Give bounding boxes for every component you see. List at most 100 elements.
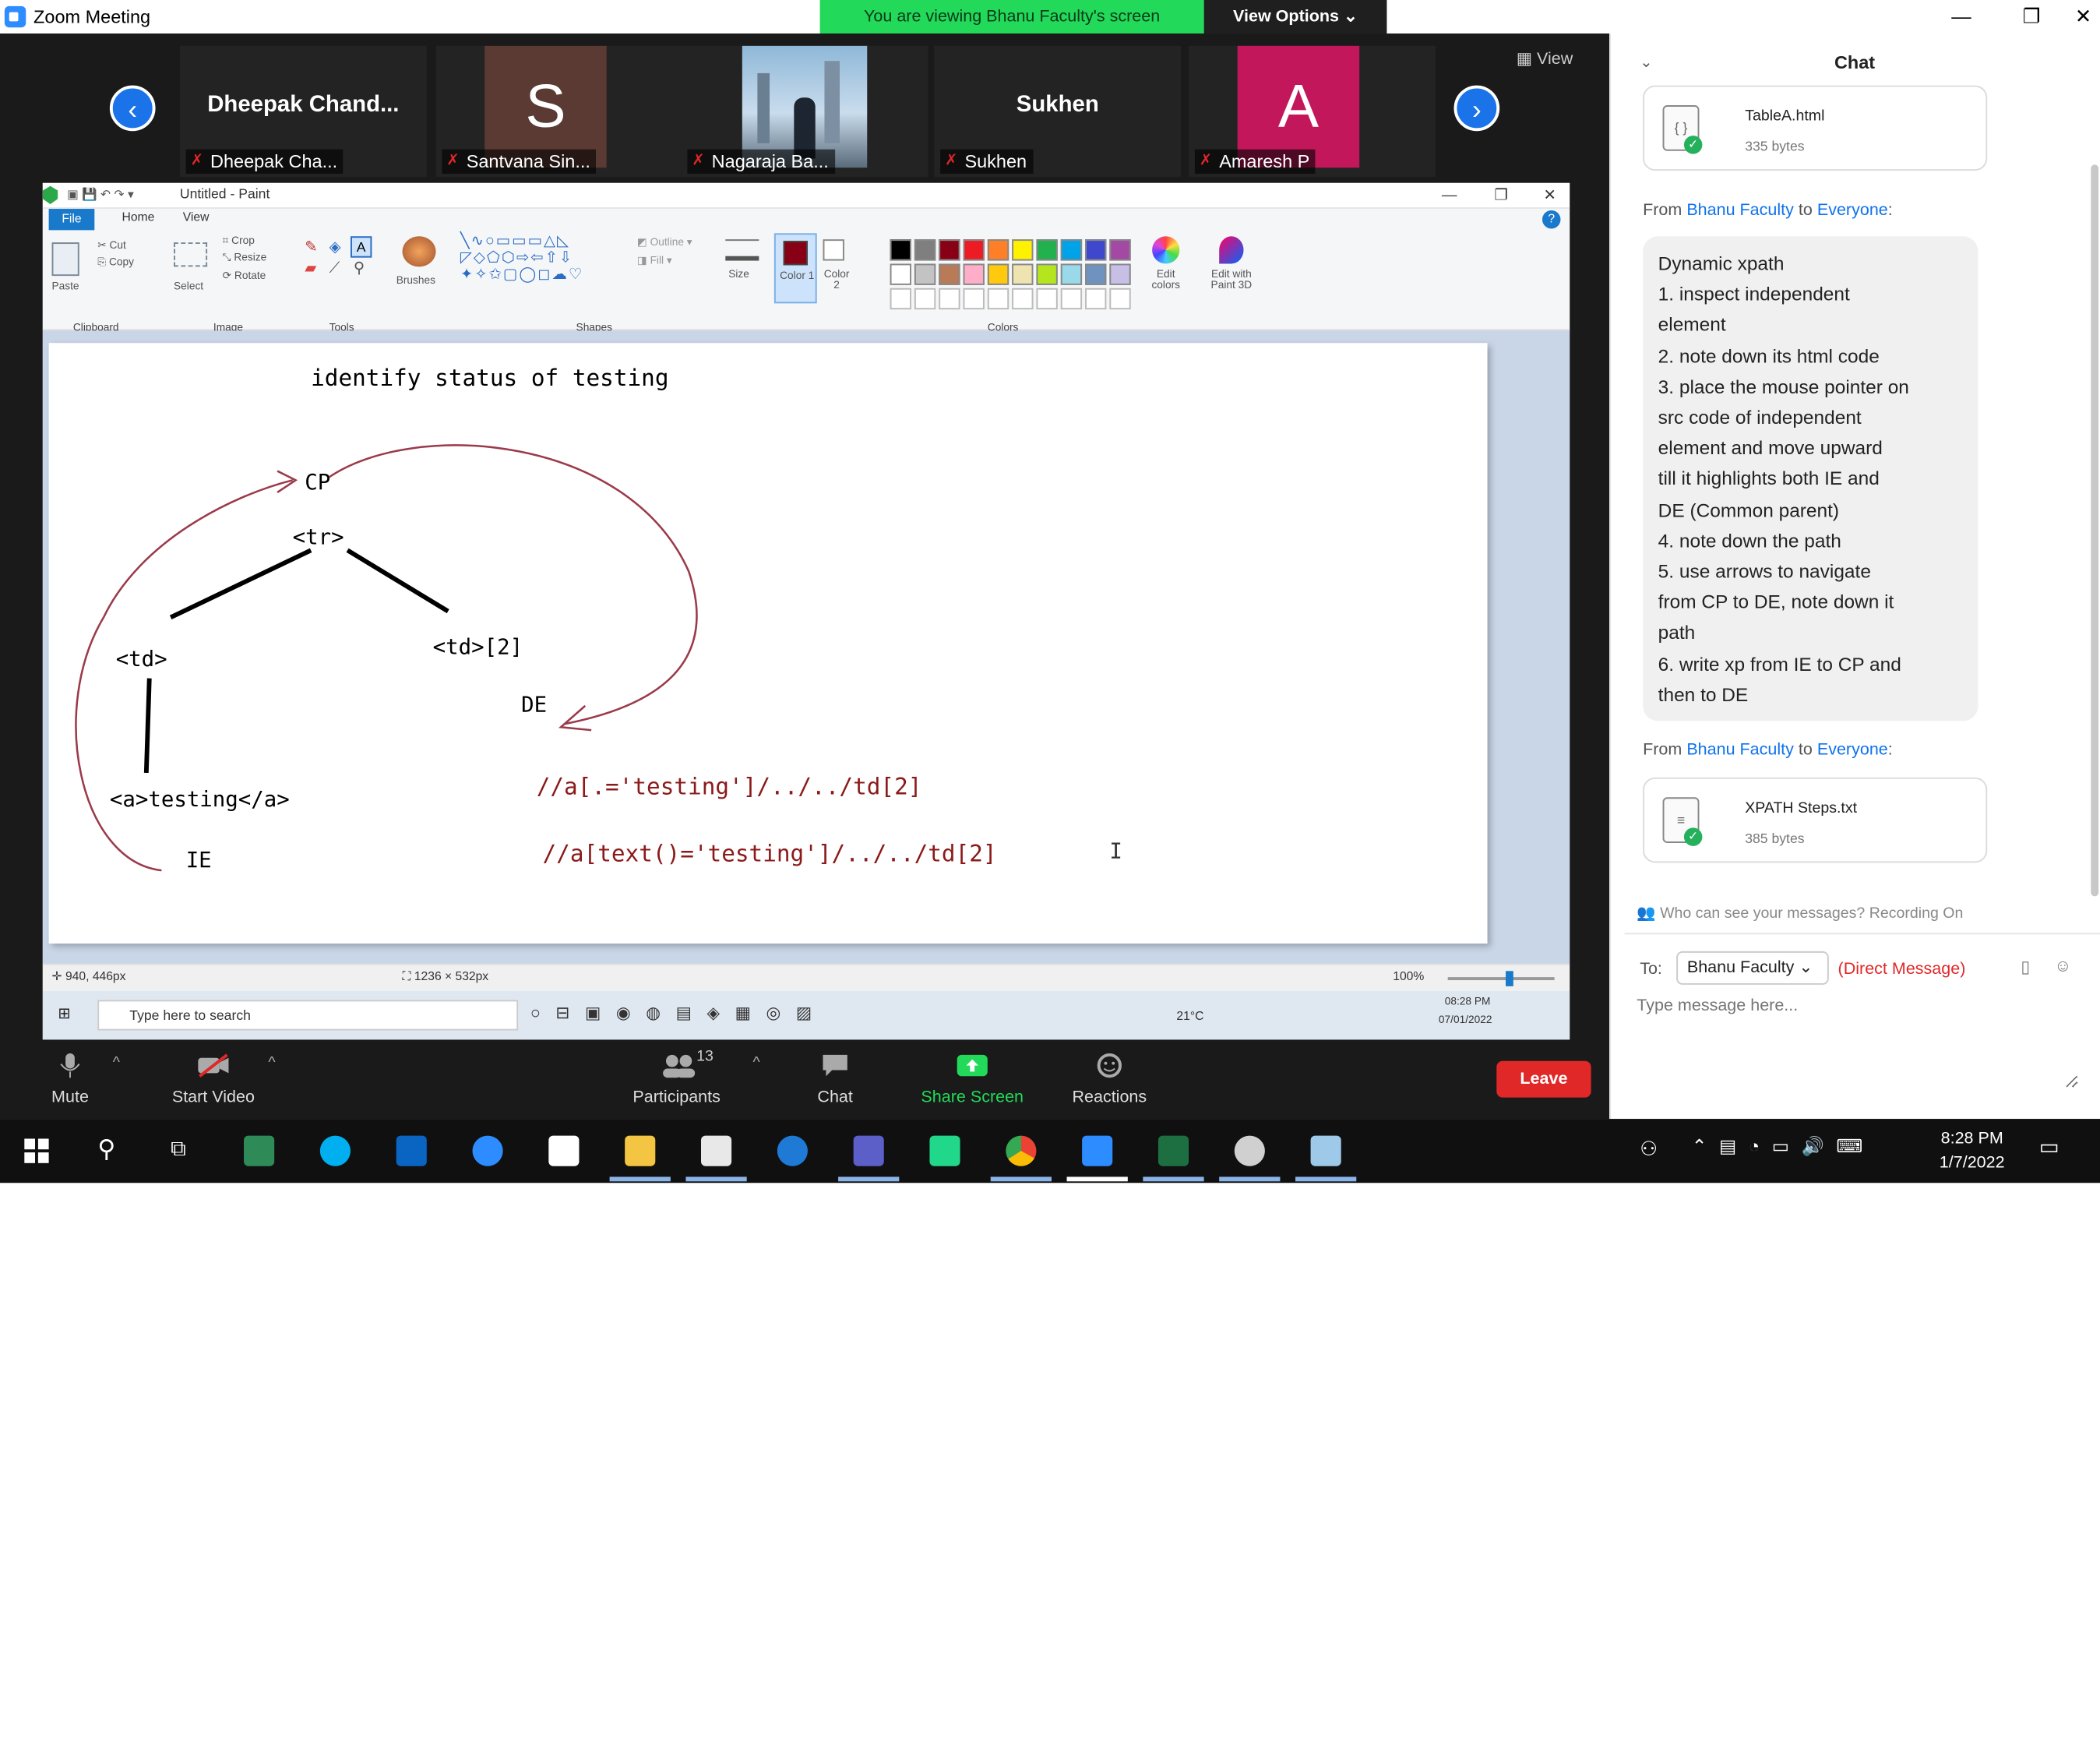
edit-colors-icon[interactable] (1152, 236, 1180, 264)
color-swatch[interactable] (963, 263, 985, 285)
color-swatch[interactable] (914, 239, 936, 261)
sticky-notes-icon[interactable] (548, 1135, 580, 1166)
empty-color-swatch[interactable] (1085, 287, 1107, 310)
color-swatch[interactable] (1036, 263, 1058, 285)
color-swatch[interactable] (939, 239, 960, 261)
file-explorer-icon[interactable] (625, 1135, 656, 1166)
empty-color-swatch[interactable] (1036, 287, 1058, 310)
file-icon[interactable]: ▯ (2021, 958, 2030, 977)
snipping-tool-icon[interactable] (1310, 1135, 1341, 1166)
zoom-slider-thumb[interactable] (1506, 971, 1513, 986)
chat-message-bubble[interactable]: Dynamic xpath 1. inspect independent eleme… (1643, 236, 1978, 721)
next-page-arrow-icon[interactable]: › (1453, 85, 1500, 132)
fill-button[interactable]: ◨ Fill ▾ (637, 255, 672, 267)
color-swatch[interactable] (1109, 239, 1131, 261)
color-swatch[interactable] (1012, 239, 1034, 261)
paint-icon[interactable] (1234, 1135, 1265, 1166)
color-swatch[interactable] (890, 263, 911, 285)
tab-file[interactable]: File (48, 209, 95, 231)
paste-icon[interactable] (51, 242, 79, 277)
share-screen-button[interactable]: Share Screen (911, 1052, 1034, 1106)
copy-button[interactable]: ⎘ Copy (97, 258, 134, 270)
paint3d-icon[interactable] (1219, 236, 1244, 264)
system-tray-icons[interactable]: ⌃▤◔▭🔊⌨ (1692, 1136, 1875, 1157)
participants-options-chevron-icon[interactable]: ^ (753, 1055, 760, 1072)
edge-icon[interactable] (777, 1135, 808, 1166)
view-button[interactable]: ▦ View (1517, 49, 1573, 69)
color-swatch[interactable] (1060, 239, 1083, 261)
outline-button[interactable]: ◩ Outline ▾ (637, 236, 692, 249)
size-icon[interactable] (725, 239, 759, 261)
empty-color-swatch[interactable] (939, 287, 960, 310)
empty-color-swatch[interactable] (1109, 287, 1131, 310)
zoom-taskbar-icon[interactable] (472, 1135, 503, 1166)
video-options-chevron-icon[interactable]: ^ (268, 1055, 275, 1072)
who-can-see-link[interactable]: 👥 Who can see your messages? Recording O… (1637, 905, 1963, 922)
color1-button[interactable]: Color 1 (773, 233, 817, 304)
color-swatch[interactable] (939, 263, 960, 285)
cut-button[interactable]: ✂ Cut (97, 239, 126, 252)
leave-button[interactable]: Leave (1496, 1060, 1591, 1098)
tab-view[interactable]: View (183, 210, 210, 224)
file-attachment-card[interactable]: { } ✓ TableA.html 335 bytes (1643, 85, 1988, 171)
brushes-icon[interactable] (402, 236, 436, 267)
resize-button[interactable]: ⤡ Resize (223, 253, 267, 266)
chat-message-input[interactable] (1637, 996, 2079, 1088)
reactions-button[interactable]: Reactions (1048, 1052, 1171, 1106)
tab-home[interactable]: Home (122, 210, 155, 224)
excel-icon[interactable] (1157, 1135, 1189, 1166)
drawing-canvas[interactable]: identify status of testing CP <tr> <td> … (48, 343, 1488, 944)
search-icon[interactable]: ⚲ (97, 1134, 115, 1165)
empty-color-swatch[interactable] (1060, 287, 1083, 310)
sender-name[interactable]: Bhanu Faculty (1686, 741, 1794, 759)
color-swatch[interactable] (1109, 263, 1131, 285)
chat-button[interactable]: Chat (774, 1052, 897, 1106)
empty-color-swatch[interactable] (987, 287, 1009, 310)
help-icon[interactable]: ? (1542, 210, 1561, 229)
paint-maximize-icon[interactable]: ❐ (1475, 183, 1527, 209)
start-video-button[interactable]: Start Video (153, 1052, 275, 1106)
view-options-button[interactable]: View Options ⌄ (1203, 0, 1387, 34)
color-swatch[interactable] (1012, 263, 1034, 285)
color-swatch[interactable] (1085, 239, 1107, 261)
participant-tile[interactable]: Dheepak Chand... ✗ Dheepak Cha... (179, 45, 427, 177)
color-swatch[interactable] (987, 263, 1009, 285)
color-swatch[interactable] (987, 239, 1009, 261)
people-tray-icon[interactable]: ⚇ (1640, 1138, 1658, 1162)
participant-tile[interactable]: A ✗ Amaresh P (1189, 45, 1436, 177)
empty-color-swatch[interactable] (890, 287, 911, 310)
pencil-icon[interactable]: ✎ (305, 239, 317, 256)
recipient-name[interactable]: Everyone (1817, 741, 1888, 759)
shapes-gallery[interactable]: ╲∿○▭▭▭△◺ ◸◇⬠⬡⇨⇦⇧⇩ ✦✧✩▢◯◻☁♡ (460, 233, 628, 284)
zoom-active-icon[interactable] (1082, 1135, 1113, 1166)
paint-minimize-icon[interactable]: — (1423, 183, 1475, 209)
color-swatch[interactable] (1060, 263, 1083, 285)
clock-date[interactable]: 1/7/2022 (1926, 1154, 2017, 1172)
participant-tile[interactable]: ✗ Nagaraja Ba... (681, 45, 928, 177)
rotate-button[interactable]: ⟳ Rotate (223, 270, 266, 282)
notepad-plus-icon[interactable] (244, 1135, 275, 1166)
chat-scrollbar[interactable] (2091, 164, 2099, 897)
participant-tile[interactable]: S ✗ Santvana Sin... (435, 45, 683, 177)
restore-icon[interactable]: ❐ (1996, 0, 2067, 34)
emoji-icon[interactable]: ☺ (2054, 958, 2071, 975)
empty-color-swatch[interactable] (914, 287, 936, 310)
empty-color-swatch[interactable] (1012, 287, 1034, 310)
zoom-slider[interactable] (1447, 977, 1555, 981)
color-picker-icon[interactable]: ⟋ (329, 261, 340, 278)
chrome-icon[interactable] (1006, 1135, 1037, 1166)
audio-options-chevron-icon[interactable]: ^ (113, 1055, 120, 1072)
windows-start-icon[interactable] (24, 1138, 49, 1163)
close-icon[interactable]: ✕ (2067, 0, 2100, 34)
paint-close-icon[interactable]: ✕ (1524, 183, 1570, 209)
color2-swatch[interactable] (823, 239, 844, 261)
quick-access-toolbar[interactable]: ▣ 💾 ↶ ↷ ▾ (67, 188, 158, 203)
empty-color-swatch[interactable] (963, 287, 985, 310)
color-swatch[interactable] (963, 239, 985, 261)
outlook-icon[interactable] (396, 1135, 427, 1166)
color-swatch[interactable] (1085, 263, 1107, 285)
color-swatch[interactable] (890, 239, 911, 261)
color-swatch[interactable] (914, 263, 936, 285)
eraser-icon[interactable]: ▰ (305, 261, 316, 278)
magnifier-icon[interactable]: ⚲ (354, 261, 365, 278)
